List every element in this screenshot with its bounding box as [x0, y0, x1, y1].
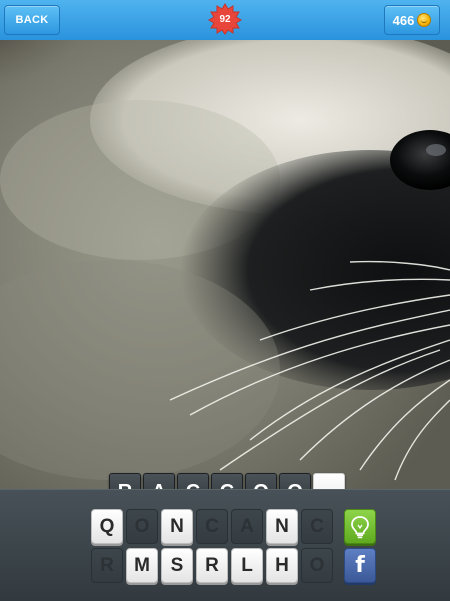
coin-count: 466	[392, 12, 415, 28]
raccoon-closeup-photo	[0, 40, 450, 489]
letter-key[interactable]: N	[266, 509, 298, 544]
level-number: 92	[219, 13, 231, 25]
answer-slot-empty[interactable]	[313, 473, 345, 489]
puzzle-photo: R A C C O O	[0, 40, 450, 489]
answer-slot[interactable]: A	[143, 473, 175, 489]
letter-key[interactable]: M	[126, 548, 158, 583]
letter-key-used: C	[301, 509, 333, 544]
letter-key-used: O	[126, 509, 158, 544]
letter-key-used: C	[196, 509, 228, 544]
answer-slot[interactable]: O	[279, 473, 311, 489]
letter-keyboard: Q O N C A N C R M S R L H O f	[0, 489, 450, 601]
coin-counter[interactable]: 466	[384, 5, 440, 35]
facebook-share-button[interactable]: f	[344, 548, 376, 583]
top-bar: BACK 92 466	[0, 0, 450, 41]
coin-smile-icon	[417, 13, 432, 27]
answer-slot[interactable]: O	[245, 473, 277, 489]
letter-key[interactable]: H	[266, 548, 298, 583]
facebook-icon: f	[355, 553, 365, 578]
letter-key[interactable]: L	[231, 548, 263, 583]
key-row-1: Q O N C A N C	[91, 509, 376, 544]
letter-key[interactable]: N	[161, 509, 193, 544]
key-row-2: R M S R L H O f	[91, 548, 376, 583]
lightbulb-icon	[351, 515, 369, 538]
answer-slot[interactable]: C	[177, 473, 209, 489]
answer-slots: R A C C O O	[109, 473, 345, 489]
answer-slot[interactable]: C	[211, 473, 243, 489]
back-button[interactable]: BACK	[4, 5, 60, 35]
hint-button[interactable]	[344, 509, 376, 544]
letter-key[interactable]: Q	[91, 509, 123, 544]
letter-key-used: O	[301, 548, 333, 583]
letter-key-used: R	[91, 548, 123, 583]
letter-key[interactable]: S	[161, 548, 193, 583]
letter-key[interactable]: R	[196, 548, 228, 583]
letter-key-used: A	[231, 509, 263, 544]
level-badge: 92	[207, 3, 243, 35]
answer-slot[interactable]: R	[109, 473, 141, 489]
